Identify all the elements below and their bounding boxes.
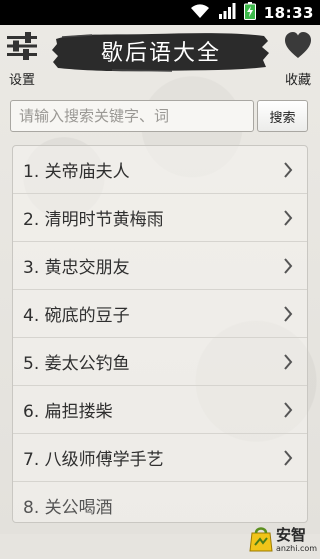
favorites-label: 收藏 [284,73,311,88]
anzhi-watermark: 安智 anzhi.com [248,521,320,559]
list-item[interactable]: 1. 关帝庙夫人 [13,146,307,194]
page-title: 歇后语大全 [100,41,221,66]
list-item[interactable]: 6. 扁担搂柴 [13,386,307,434]
list-item[interactable]: 8. 关公喝酒 [13,482,307,522]
list-item[interactable]: 3. 黄忠交朋友 [13,242,307,290]
list-item-label: 2. 清明时节黄梅雨 [23,210,164,230]
title-banner: 歇后语大全 [52,29,270,73]
chevron-right-icon [283,401,293,422]
list-item-label: 1. 关帝庙夫人 [23,162,130,182]
chevron-right-icon [283,449,293,470]
list-item-label: 7. 八级师傅学手艺 [23,450,164,470]
chevron-right-icon [283,305,293,326]
watermark-domain: anzhi.com [276,543,318,553]
list-item[interactable]: 4. 碗底的豆子 [13,290,307,338]
search-input[interactable] [10,100,254,132]
status-bar: 18:33 [0,0,320,25]
search-row: 搜索 [10,100,310,134]
header: 设置 歇后语大全 收藏 [0,25,320,95]
wifi-icon [190,3,210,23]
status-time: 18:33 [263,3,314,22]
watermark-text: 安智 [276,525,307,544]
list-item[interactable]: 7. 八级师傅学手艺 [13,434,307,482]
list-item-label: 8. 关公喝酒 [23,498,113,518]
list-item-label: 3. 黄忠交朋友 [23,258,130,278]
chevron-right-icon [283,257,293,278]
chevron-right-icon [283,161,293,182]
list-item[interactable]: 5. 姜太公钓鱼 [13,338,307,386]
list-panel: 1. 关帝庙夫人 2. 清明时节黄梅雨 3. 黄忠交朋友 4. 碗底的豆子 5.… [12,145,308,523]
chevron-right-icon [283,353,293,374]
search-button[interactable]: 搜索 [257,100,308,132]
settings-button[interactable]: 设置 [0,25,44,91]
heart-icon [284,31,312,65]
list-item-label: 4. 碗底的豆子 [23,306,130,326]
settings-label: 设置 [8,73,35,88]
favorites-button[interactable]: 收藏 [276,25,320,91]
battery-charging-icon [243,1,256,24]
list-item-label: 5. 姜太公钓鱼 [23,354,130,374]
anzhi-logo-icon [248,523,274,557]
list-item[interactable]: 2. 清明时节黄梅雨 [13,194,307,242]
app-root: 设置 歇后语大全 收藏 搜索 1. 关帝庙夫人 [0,25,320,552]
signal-icon [218,2,236,23]
list-item-label: 6. 扁担搂柴 [23,402,113,422]
sliders-icon [5,31,39,65]
chevron-right-icon [283,209,293,230]
